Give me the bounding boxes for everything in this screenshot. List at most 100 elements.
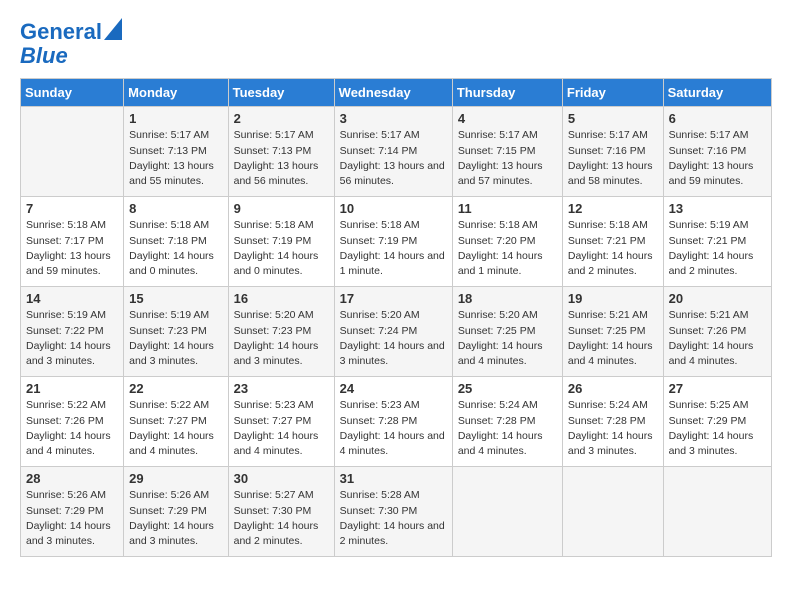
day-cell: 18 Sunrise: 5:20 AMSunset: 7:25 PMDayligh…	[452, 287, 562, 377]
page-header: General Blue	[20, 20, 772, 68]
header-row: SundayMondayTuesdayWednesdayThursdayFrid…	[21, 79, 772, 107]
day-number: 5	[568, 111, 658, 126]
day-number: 31	[340, 471, 447, 486]
day-info: Sunrise: 5:19 AMSunset: 7:22 PMDaylight:…	[26, 308, 118, 369]
week-row-4: 28 Sunrise: 5:26 AMSunset: 7:29 PMDayligh…	[21, 467, 772, 557]
day-info: Sunrise: 5:24 AMSunset: 7:28 PMDaylight:…	[458, 398, 557, 459]
logo-text-blue: Blue	[20, 44, 68, 68]
day-info: Sunrise: 5:26 AMSunset: 7:29 PMDaylight:…	[129, 488, 222, 549]
day-cell: 4Sunrise: 5:17 AMSunset: 7:15 PMDaylight…	[452, 107, 562, 197]
day-info: Sunrise: 5:25 AMSunset: 7:29 PMDaylight:…	[669, 398, 766, 459]
day-cell: 11Sunrise: 5:18 AMSunset: 7:20 PMDayligh…	[452, 197, 562, 287]
day-number: 24	[340, 381, 447, 396]
day-cell: 1 Sunrise: 5:17 AMSunset: 7:13 PMDaylight…	[124, 107, 228, 197]
day-number: 3	[340, 111, 447, 126]
day-number: 12	[568, 201, 658, 216]
day-cell: 21 Sunrise: 5:22 AMSunset: 7:26 PMDayligh…	[21, 377, 124, 467]
header-tuesday: Tuesday	[228, 79, 334, 107]
day-cell: 19 Sunrise: 5:21 AMSunset: 7:25 PMDayligh…	[562, 287, 663, 377]
day-cell	[562, 467, 663, 557]
day-info: Sunrise: 5:21 AMSunset: 7:26 PMDaylight:…	[669, 308, 766, 369]
header-saturday: Saturday	[663, 79, 771, 107]
day-number: 23	[234, 381, 329, 396]
day-number: 27	[669, 381, 766, 396]
week-row-3: 21 Sunrise: 5:22 AMSunset: 7:26 PMDayligh…	[21, 377, 772, 467]
day-info: Sunrise: 5:28 AMSunset: 7:30 PMDaylight:…	[340, 488, 447, 549]
day-cell: 26 Sunrise: 5:24 AMSunset: 7:28 PMDayligh…	[562, 377, 663, 467]
day-cell: 2 Sunrise: 5:17 AMSunset: 7:13 PMDaylight…	[228, 107, 334, 197]
day-number: 18	[458, 291, 557, 306]
day-cell: 7 Sunrise: 5:18 AMSunset: 7:17 PMDaylight…	[21, 197, 124, 287]
day-info: Sunrise: 5:20 AMSunset: 7:24 PMDaylight:…	[340, 308, 447, 369]
day-cell: 29 Sunrise: 5:26 AMSunset: 7:29 PMDayligh…	[124, 467, 228, 557]
day-number: 7	[26, 201, 118, 216]
day-info: Sunrise: 5:23 AMSunset: 7:27 PMDaylight:…	[234, 398, 329, 459]
day-cell	[452, 467, 562, 557]
day-number: 17	[340, 291, 447, 306]
day-info: Sunrise: 5:24 AMSunset: 7:28 PMDaylight:…	[568, 398, 658, 459]
header-monday: Monday	[124, 79, 228, 107]
day-cell	[663, 467, 771, 557]
header-thursday: Thursday	[452, 79, 562, 107]
day-info: Sunrise: 5:22 AMSunset: 7:26 PMDaylight:…	[26, 398, 118, 459]
day-cell: 24 Sunrise: 5:23 AMSunset: 7:28 PMDayligh…	[334, 377, 452, 467]
day-cell: 6 Sunrise: 5:17 AMSunset: 7:16 PMDaylight…	[663, 107, 771, 197]
header-friday: Friday	[562, 79, 663, 107]
day-info: Sunrise: 5:19 AMSunset: 7:23 PMDaylight:…	[129, 308, 222, 369]
day-info: Sunrise: 5:17 AMSunset: 7:14 PMDaylight:…	[340, 128, 447, 189]
day-number: 8	[129, 201, 222, 216]
day-info: Sunrise: 5:26 AMSunset: 7:29 PMDaylight:…	[26, 488, 118, 549]
day-number: 4	[458, 111, 557, 126]
day-info: Sunrise: 5:18 AMSunset: 7:18 PMDaylight:…	[129, 218, 222, 279]
day-cell: 10 Sunrise: 5:18 AMSunset: 7:19 PMDayligh…	[334, 197, 452, 287]
day-info: Sunrise: 5:20 AMSunset: 7:23 PMDaylight:…	[234, 308, 329, 369]
day-cell: 14Sunrise: 5:19 AMSunset: 7:22 PMDayligh…	[21, 287, 124, 377]
day-number: 15	[129, 291, 222, 306]
day-number: 6	[669, 111, 766, 126]
day-number: 29	[129, 471, 222, 486]
day-info: Sunrise: 5:21 AMSunset: 7:25 PMDaylight:…	[568, 308, 658, 369]
day-info: Sunrise: 5:22 AMSunset: 7:27 PMDaylight:…	[129, 398, 222, 459]
calendar-header: SundayMondayTuesdayWednesdayThursdayFrid…	[21, 79, 772, 107]
day-number: 19	[568, 291, 658, 306]
day-number: 11	[458, 201, 557, 216]
day-cell: 27 Sunrise: 5:25 AMSunset: 7:29 PMDayligh…	[663, 377, 771, 467]
logo: General Blue	[20, 20, 122, 68]
week-row-1: 7 Sunrise: 5:18 AMSunset: 7:17 PMDaylight…	[21, 197, 772, 287]
day-info: Sunrise: 5:27 AMSunset: 7:30 PMDaylight:…	[234, 488, 329, 549]
day-number: 21	[26, 381, 118, 396]
week-row-2: 14Sunrise: 5:19 AMSunset: 7:22 PMDayligh…	[21, 287, 772, 377]
day-cell: 5 Sunrise: 5:17 AMSunset: 7:16 PMDaylight…	[562, 107, 663, 197]
day-number: 1	[129, 111, 222, 126]
day-cell: 16Sunrise: 5:20 AMSunset: 7:23 PMDayligh…	[228, 287, 334, 377]
day-info: Sunrise: 5:18 AMSunset: 7:21 PMDaylight:…	[568, 218, 658, 279]
day-info: Sunrise: 5:18 AMSunset: 7:17 PMDaylight:…	[26, 218, 118, 279]
day-cell: 22 Sunrise: 5:22 AMSunset: 7:27 PMDayligh…	[124, 377, 228, 467]
day-info: Sunrise: 5:20 AMSunset: 7:25 PMDaylight:…	[458, 308, 557, 369]
day-cell: 23 Sunrise: 5:23 AMSunset: 7:27 PMDayligh…	[228, 377, 334, 467]
day-info: Sunrise: 5:17 AMSunset: 7:16 PMDaylight:…	[568, 128, 658, 189]
day-number: 2	[234, 111, 329, 126]
day-info: Sunrise: 5:18 AMSunset: 7:19 PMDaylight:…	[340, 218, 447, 279]
day-info: Sunrise: 5:17 AMSunset: 7:13 PMDaylight:…	[129, 128, 222, 189]
day-cell: 20 Sunrise: 5:21 AMSunset: 7:26 PMDayligh…	[663, 287, 771, 377]
day-number: 9	[234, 201, 329, 216]
day-number: 26	[568, 381, 658, 396]
day-number: 10	[340, 201, 447, 216]
day-cell: 12 Sunrise: 5:18 AMSunset: 7:21 PMDayligh…	[562, 197, 663, 287]
day-cell	[21, 107, 124, 197]
day-info: Sunrise: 5:17 AMSunset: 7:16 PMDaylight:…	[669, 128, 766, 189]
day-cell: 3 Sunrise: 5:17 AMSunset: 7:14 PMDaylight…	[334, 107, 452, 197]
day-info: Sunrise: 5:17 AMSunset: 7:13 PMDaylight:…	[234, 128, 329, 189]
day-info: Sunrise: 5:19 AMSunset: 7:21 PMDaylight:…	[669, 218, 766, 279]
day-number: 20	[669, 291, 766, 306]
day-number: 22	[129, 381, 222, 396]
day-info: Sunrise: 5:23 AMSunset: 7:28 PMDaylight:…	[340, 398, 447, 459]
logo-text-general: General	[20, 20, 102, 44]
day-cell: 28 Sunrise: 5:26 AMSunset: 7:29 PMDayligh…	[21, 467, 124, 557]
day-cell: 8 Sunrise: 5:18 AMSunset: 7:18 PMDaylight…	[124, 197, 228, 287]
day-info: Sunrise: 5:18 AMSunset: 7:19 PMDaylight:…	[234, 218, 329, 279]
day-cell: 15 Sunrise: 5:19 AMSunset: 7:23 PMDayligh…	[124, 287, 228, 377]
day-number: 28	[26, 471, 118, 486]
day-number: 13	[669, 201, 766, 216]
